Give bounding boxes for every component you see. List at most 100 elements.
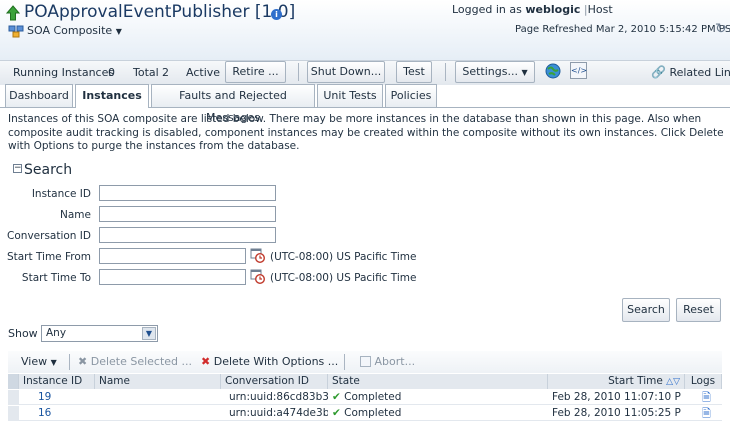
timezone-from-label: (UTC-08:00) US Pacific Time [270,251,417,263]
chevron-down-icon: ▼ [521,68,528,77]
show-label: Show [8,327,38,340]
conversation-id-label: Conversation ID [7,230,91,242]
total-value: 2 [162,66,169,79]
view-menu-label: View [21,355,48,368]
settings-button[interactable]: Settings... ▼ [455,61,535,83]
start-time-from-label: Start Time From [6,251,91,263]
instance-id-link[interactable]: 16 [38,406,51,421]
delete-disabled-icon: ✖ [78,355,88,368]
conversation-id: urn:uuid:86cd83b3-! [229,391,328,403]
running-instances-label: Running Instances [13,66,115,79]
toolbar-separator [69,354,70,370]
tab-faults[interactable]: Faults and Rejected Messages [151,84,315,124]
description-text: Instances of this SOA composite are list… [8,113,724,152]
state-label: Active [186,66,221,79]
name-input[interactable] [99,206,276,222]
view-menu[interactable]: View ▼ [21,355,57,368]
page-header: POApprovalEventPublisher [1.0] i SOA Com… [0,0,730,60]
related-links[interactable]: 🔗 Related Links [651,65,730,79]
calendar-clock-icon[interactable] [250,269,266,285]
refresh-icon[interactable]: ↻ [715,21,727,37]
column-header-label: State [332,375,360,387]
soa-composite-menu[interactable]: SOA Composite ▼ [27,24,122,37]
check-icon: ✔ [332,407,341,419]
reset-button[interactable]: Reset [676,298,721,322]
toolbar-separator [344,354,345,370]
column-header-start-time[interactable]: Start Time △▽ [548,374,685,389]
logged-in-text: Logged in as weblogic |Host [452,3,613,16]
name-label: Name [60,209,91,221]
retire-button[interactable]: Retire ... [225,61,286,83]
column-header-label: Conversation ID [225,375,309,387]
shut-down-button[interactable]: Shut Down... [307,61,385,83]
timezone-to-label: (UTC-08:00) US Pacific Time [270,272,417,284]
column-header-instance-id[interactable]: Instance ID [19,374,95,389]
instance-id-link[interactable]: 19 [38,390,51,405]
tab-dashboard[interactable]: Dashboard [5,84,73,107]
soa-composite-label: SOA Composite [27,24,113,37]
column-header-conversation-id[interactable]: Conversation ID [221,374,328,389]
total-label: Total [133,66,159,79]
column-header-label: Logs [690,375,716,387]
running-instances-value: 0 [108,66,115,79]
instance-id-input[interactable] [99,185,276,201]
host-link[interactable]: Host [588,3,613,16]
delete-selected-label: Delete Selected ... [90,355,193,368]
up-arrow-icon[interactable] [5,5,21,24]
conversation-id-input[interactable] [99,227,276,243]
page-title: POApprovalEventPublisher [1.0] [24,2,296,22]
instance-id-label: Instance ID [31,188,91,200]
info-icon[interactable]: i [271,9,282,20]
chevron-down-icon: ▼ [115,27,122,36]
user-name: weblogic [525,3,581,16]
row-selector[interactable] [8,390,19,405]
delete-with-options-button[interactable]: ✖ Delete With Options ... [201,355,338,368]
delete-icon: ✖ [201,355,211,368]
show-select-value: Any [46,327,67,339]
search-button[interactable]: Search [622,298,670,322]
state-cell: ✔ Completed [332,406,401,421]
abort-icon [360,356,371,367]
tab-policies[interactable]: Policies [385,84,437,107]
column-header-label: Start Time [608,375,663,387]
row-selector[interactable] [8,406,19,421]
log-file-icon[interactable]: 🗎 [702,390,711,405]
sort-descending-icon[interactable]: ▽ [673,377,680,387]
search-heading: Search [24,162,73,178]
state-cell: ✔ Completed [332,390,401,405]
page-refreshed-text: Page Refreshed Mar 2, 2010 5:15:42 PM PS… [515,24,730,35]
test-button[interactable]: Test [396,61,432,83]
start-time: Feb 28, 2010 11:05:25 PM [552,407,681,419]
start-time-to-label: Start Time To [21,272,91,284]
abort-button[interactable]: Abort... [360,355,415,368]
calendar-clock-icon[interactable] [250,248,266,264]
log-file-icon[interactable]: 🗎 [702,406,711,421]
state-text: Completed [344,391,402,403]
chevron-down-icon: ▼ [142,327,156,340]
row-selector-header [8,374,19,389]
chevron-down-icon: ▼ [50,358,57,367]
table-row[interactable]: 19 urn:uuid:86cd83b3-! ✔ Completed Feb 2… [8,390,722,405]
table-row[interactable]: 16 urn:uuid:a474de3b- ✔ Completed Feb 28… [8,406,722,421]
tab-unit-tests[interactable]: Unit Tests [317,84,383,107]
chain-link-icon: 🔗 [651,65,666,79]
column-header-state[interactable]: State [328,374,548,389]
show-select[interactable]: Any ▼ [41,325,158,342]
delete-selected-button[interactable]: ✖ Delete Selected ... [78,355,192,368]
column-header-logs: Logs [685,374,722,389]
search-collapse-toggle[interactable]: − [13,164,22,173]
related-links-label: Related Links [669,66,730,79]
start-time-to-input[interactable] [99,269,246,285]
check-icon: ✔ [332,391,341,403]
settings-label: Settings... [462,65,518,78]
conversation-id: urn:uuid:a474de3b- [229,407,328,419]
start-time: Feb 28, 2010 11:07:10 PM [552,391,681,403]
tab-instances[interactable]: Instances [75,84,149,108]
soa-composite-icon [8,25,24,41]
logged-in-prefix: Logged in as [452,3,522,16]
source-code-icon[interactable]: </> [570,62,587,79]
globe-icon[interactable] [545,63,561,82]
delete-with-options-label: Delete With Options ... [213,355,339,368]
start-time-from-input[interactable] [99,248,246,264]
column-header-name[interactable]: Name [95,374,221,389]
